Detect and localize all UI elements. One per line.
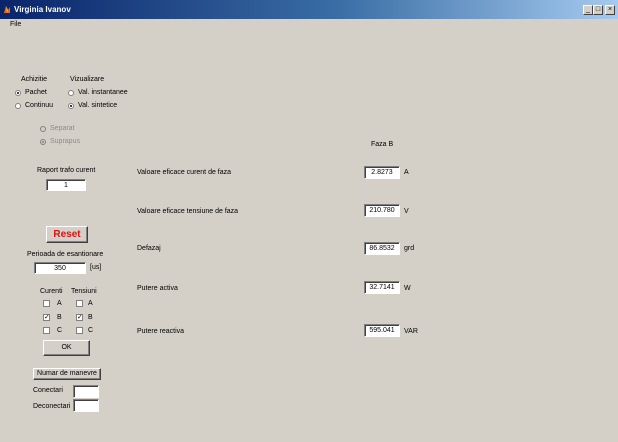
reset-button[interactable]: Reset	[46, 226, 88, 243]
radio-pachet[interactable]	[15, 90, 21, 96]
measurement-label-putere-reactiva: Putere reactiva	[137, 328, 185, 335]
deconectari-label: Deconectari	[33, 403, 71, 410]
checkbox-tensiune-c-label: C	[88, 327, 94, 334]
checkbox-tensiune-a[interactable]	[76, 300, 83, 307]
radio-separat-label: Separat	[50, 125, 75, 132]
vizualizare-label: Vizualizare	[70, 76, 105, 83]
menu-file[interactable]: File	[10, 21, 21, 28]
checkbox-tensiune-b[interactable]: ✓	[76, 314, 83, 321]
measurement-value-putere-reactiva[interactable]: 595.041	[364, 324, 400, 337]
radio-pachet-label: Pachet	[25, 89, 47, 96]
menu-bar	[0, 19, 618, 31]
raport-trafo-label: Raport trafo curent	[37, 167, 96, 174]
ok-button[interactable]: OK	[43, 340, 90, 356]
checkbox-curent-a-label: A	[57, 300, 62, 307]
maximize-button[interactable]: □	[593, 5, 603, 15]
window-title: Virginia Ivanov	[14, 5, 71, 14]
measurement-value-putere-activa[interactable]: 32.7141	[364, 281, 400, 294]
measurement-label-defazaj: Defazaj	[137, 245, 161, 252]
checkbox-tensiune-c[interactable]	[76, 327, 83, 334]
measurement-unit-defazaj: grd	[404, 245, 415, 252]
perioada-input[interactable]: 350	[34, 262, 86, 274]
numar-manevre-button[interactable]: Numar de manevre	[33, 368, 101, 380]
radio-val-instantanee[interactable]	[68, 90, 74, 96]
matlab-app-icon	[4, 6, 10, 13]
curenti-label: Curenti	[40, 288, 63, 295]
perioada-unit: [us]	[90, 264, 102, 271]
measurement-label-tensiune: Valoare eficace tensiune de faza	[137, 208, 239, 215]
measurement-label-curent: Valoare eficace curent de faza	[137, 169, 232, 176]
conectari-label: Conectari	[33, 387, 63, 394]
conectari-input[interactable]	[73, 385, 99, 398]
raport-trafo-input[interactable]: 1	[46, 179, 86, 191]
measurement-unit-putere-activa: W	[404, 285, 411, 292]
measurement-value-tensiune[interactable]: 210.780	[364, 204, 400, 217]
radio-separat[interactable]	[40, 126, 46, 132]
tensiuni-label: Tensiuni	[71, 288, 97, 295]
checkbox-curent-a[interactable]	[43, 300, 50, 307]
faza-header: Faza B	[371, 141, 394, 148]
radio-val-sintetice-label: Val. sintetice	[78, 102, 118, 109]
checkbox-curent-c[interactable]	[43, 327, 50, 334]
measurement-unit-curent: A	[404, 169, 409, 176]
checkbox-tensiune-a-label: A	[88, 300, 93, 307]
checkbox-tensiune-b-label: B	[88, 314, 93, 321]
minimize-button[interactable]: _	[583, 5, 593, 15]
measurement-value-defazaj[interactable]: 86.8532	[364, 242, 400, 255]
title-bar	[0, 0, 618, 19]
radio-suprapus[interactable]	[40, 139, 46, 145]
measurement-unit-putere-reactiva: VAR	[404, 328, 418, 335]
radio-suprapus-label: Suprapus	[50, 138, 80, 145]
close-button[interactable]: ×	[605, 5, 615, 15]
measurement-value-curent[interactable]: 2.8273	[364, 166, 400, 179]
radio-val-sintetice[interactable]	[68, 103, 74, 109]
achizitie-label: Achizitie	[21, 76, 48, 83]
radio-continuu[interactable]	[15, 103, 21, 109]
measurement-label-putere-activa: Putere activa	[137, 285, 178, 292]
checkbox-curent-c-label: C	[57, 327, 63, 334]
perioada-label: Perioada de esantionare	[27, 251, 104, 258]
radio-continuu-label: Continuu	[25, 102, 54, 109]
measurement-unit-tensiune: V	[404, 208, 409, 215]
checkbox-curent-b[interactable]: ✓	[43, 314, 50, 321]
checkbox-curent-b-label: B	[57, 314, 62, 321]
deconectari-input[interactable]	[73, 399, 99, 412]
radio-val-instantanee-label: Val. instantanee	[78, 89, 128, 96]
